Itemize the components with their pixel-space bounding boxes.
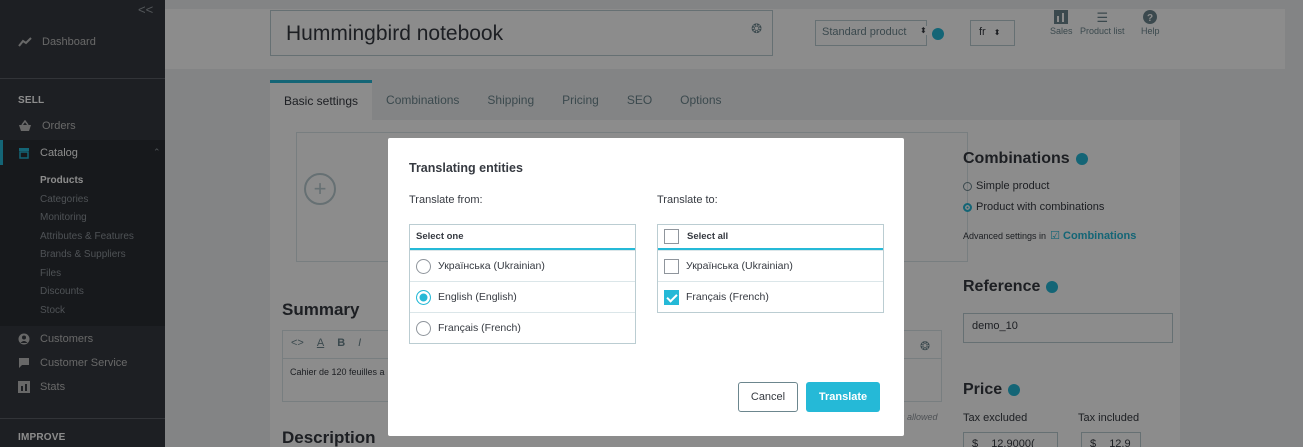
from-option-french[interactable]: Français (French)	[410, 312, 635, 343]
radio-icon	[416, 258, 431, 274]
option-label: Українська (Ukrainian)	[686, 260, 793, 272]
checkbox-checked-icon	[664, 289, 679, 305]
checkbox-icon	[664, 258, 679, 274]
from-option-ukrainian[interactable]: Українська (Ukrainian)	[410, 250, 635, 281]
translate-from-list: Select one Українська (Ukrainian) Englis…	[409, 224, 636, 344]
translate-to-label: Translate to:	[657, 194, 718, 206]
cancel-button[interactable]: Cancel	[738, 382, 798, 412]
option-label: Français (French)	[686, 291, 769, 303]
select-one-header: Select one	[410, 225, 635, 250]
checkbox-icon	[664, 229, 679, 244]
option-label: Українська (Ukrainian)	[438, 260, 545, 272]
translate-button[interactable]: Translate	[806, 382, 880, 412]
radio-selected-icon	[416, 289, 431, 305]
modal-title: Translating entities	[409, 161, 523, 175]
select-all-header[interactable]: Select all	[658, 225, 883, 250]
option-label: Français (French)	[438, 322, 521, 334]
from-option-english[interactable]: English (English)	[410, 281, 635, 312]
select-all-label: Select all	[687, 231, 729, 242]
translate-from-label: Translate from:	[409, 194, 483, 206]
to-option-ukrainian[interactable]: Українська (Ukrainian)	[658, 250, 883, 281]
option-label: English (English)	[438, 291, 517, 303]
to-option-french[interactable]: Français (French)	[658, 281, 883, 312]
radio-icon	[416, 320, 431, 336]
translate-modal: Translating entities Translate from: Sel…	[388, 138, 904, 436]
translate-to-list: Select all Українська (Ukrainian) França…	[657, 224, 884, 313]
